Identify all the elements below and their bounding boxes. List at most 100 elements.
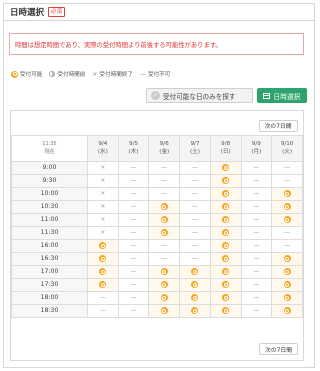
slot-available[interactable] [271, 251, 303, 266]
day-of-week: (木) [128, 149, 139, 155]
slot-unavailable: — [117, 225, 150, 240]
unavailable-icon: — [253, 268, 260, 275]
slot-available[interactable] [209, 173, 242, 188]
slot-available[interactable] [148, 277, 181, 292]
time-label: 10:30 [11, 199, 88, 214]
slot-available[interactable] [179, 264, 211, 279]
available-icon [99, 268, 107, 275]
unavailable-icon: — [253, 242, 260, 249]
slot-unavailable: — [117, 160, 150, 175]
slot-available[interactable] [209, 290, 242, 305]
slot-unavailable: — [87, 290, 119, 305]
slot-available[interactable] [179, 290, 211, 305]
slot-available[interactable] [87, 277, 119, 292]
slot-available[interactable] [271, 290, 303, 305]
slot-available[interactable] [271, 264, 303, 279]
availability-table: 次の7日間 11:35 現在 9/4 (水) 9/5 (木) 9/6 (金) 9/7 (土) 9… [11, 111, 303, 318]
day-date: 9/5 [129, 141, 139, 147]
slot-available[interactable] [209, 303, 242, 318]
slot-unavailable: — [179, 225, 211, 240]
slot-available[interactable] [209, 264, 242, 279]
slot-available[interactable] [271, 199, 303, 214]
select-datetime-button[interactable]: 日時選択 [257, 88, 307, 103]
unavailable-icon: — [161, 164, 168, 171]
day-of-week: (土) [189, 149, 200, 155]
slot-unavailable: — [240, 225, 273, 240]
unavailable-icon: — [284, 242, 291, 249]
day-header: 9/6 (金) [148, 134, 181, 162]
slot-unavailable: — [117, 199, 150, 214]
slot-available[interactable] [209, 251, 242, 266]
time-label: 11:00 [11, 212, 88, 227]
slot-available[interactable] [209, 160, 242, 175]
available-icon [99, 255, 107, 262]
slot-available[interactable] [148, 303, 181, 318]
slot-available[interactable] [271, 212, 303, 227]
day-header: 9/10 (火) [271, 134, 303, 162]
pre-open-icon [49, 71, 56, 77]
slot-available[interactable] [179, 277, 211, 292]
available-icon [99, 281, 107, 288]
next-week-button-top[interactable]: 次の7日間 [258, 119, 298, 132]
available-icon [283, 216, 291, 223]
day-date: 9/7 [190, 141, 200, 147]
current-time: 11:35 [42, 141, 57, 147]
time-slot-row: 9:00 × — — — — — [11, 160, 303, 175]
notice-box: 時間は想定時間であり、実際の受付時間より前後する可能性があります。 [9, 33, 304, 55]
available-icon [283, 294, 291, 301]
slot-unavailable: — [148, 251, 181, 266]
slot-available[interactable] [148, 264, 181, 279]
slot-available[interactable] [148, 225, 181, 240]
time-slot-row: 18:30 — — — [11, 303, 303, 318]
unavailable-icon: — [253, 294, 260, 301]
available-icon [222, 255, 230, 262]
check-icon: ✓ [151, 91, 160, 100]
time-slot-row: 11:00 × — — — [11, 212, 303, 227]
available-icon [222, 268, 230, 275]
slot-unavailable: — [240, 264, 273, 279]
slot-available[interactable] [209, 186, 242, 201]
search-available-days-button[interactable]: ✓ 受付可能な日のみを探す [146, 88, 253, 103]
select-datetime-label: 日時選択 [273, 92, 301, 101]
slot-available[interactable] [209, 199, 242, 214]
slot-unavailable: — [240, 186, 273, 201]
legend-pre-open: 受付時間前 [49, 70, 85, 78]
slot-available[interactable] [209, 225, 242, 240]
closed-icon: × [100, 216, 106, 223]
slot-available[interactable] [148, 212, 181, 227]
slot-unavailable: — [179, 160, 211, 175]
unavailable-icon: — [191, 190, 198, 197]
notice-text: 時間は想定時間であり、実際の受付時間より前後する可能性があります。 [15, 41, 222, 49]
available-icon [11, 70, 18, 78]
slot-available[interactable] [87, 238, 119, 253]
available-icon [222, 242, 230, 249]
slot-available[interactable] [271, 186, 303, 201]
unavailable-icon: — [99, 294, 106, 301]
slot-available[interactable] [87, 251, 119, 266]
available-icon [222, 216, 230, 223]
slot-closed: × [87, 173, 119, 188]
slot-available[interactable] [209, 277, 242, 292]
panel-header: 日時選択 必須 [4, 4, 314, 21]
slot-available[interactable] [179, 303, 211, 318]
slot-available[interactable] [209, 212, 242, 227]
time-slot-row: 9:30 × — — — — — [11, 173, 303, 188]
slot-available[interactable] [148, 290, 181, 305]
slot-available[interactable] [87, 264, 119, 279]
next-week-button-bottom[interactable]: 次の7日間 [259, 343, 298, 355]
day-of-week: (日) [220, 149, 231, 155]
closed-icon: × [92, 70, 98, 78]
time-label: 10:00 [11, 186, 88, 201]
unavailable-icon: — [253, 203, 260, 210]
slot-available[interactable] [271, 277, 303, 292]
slot-available[interactable] [148, 199, 181, 214]
available-icon [160, 229, 168, 236]
day-of-week: (月) [251, 149, 262, 155]
legend: 受付可能 受付時間前 × 受付時間終了 — 受付不可 [11, 70, 170, 78]
unavailable-icon: — [253, 190, 260, 197]
slot-available[interactable] [209, 238, 242, 253]
legend-available: 受付可能 [11, 70, 42, 78]
unavailable-icon: — [191, 229, 198, 236]
slot-available[interactable] [271, 303, 303, 318]
time-label: 18:00 [11, 290, 88, 305]
